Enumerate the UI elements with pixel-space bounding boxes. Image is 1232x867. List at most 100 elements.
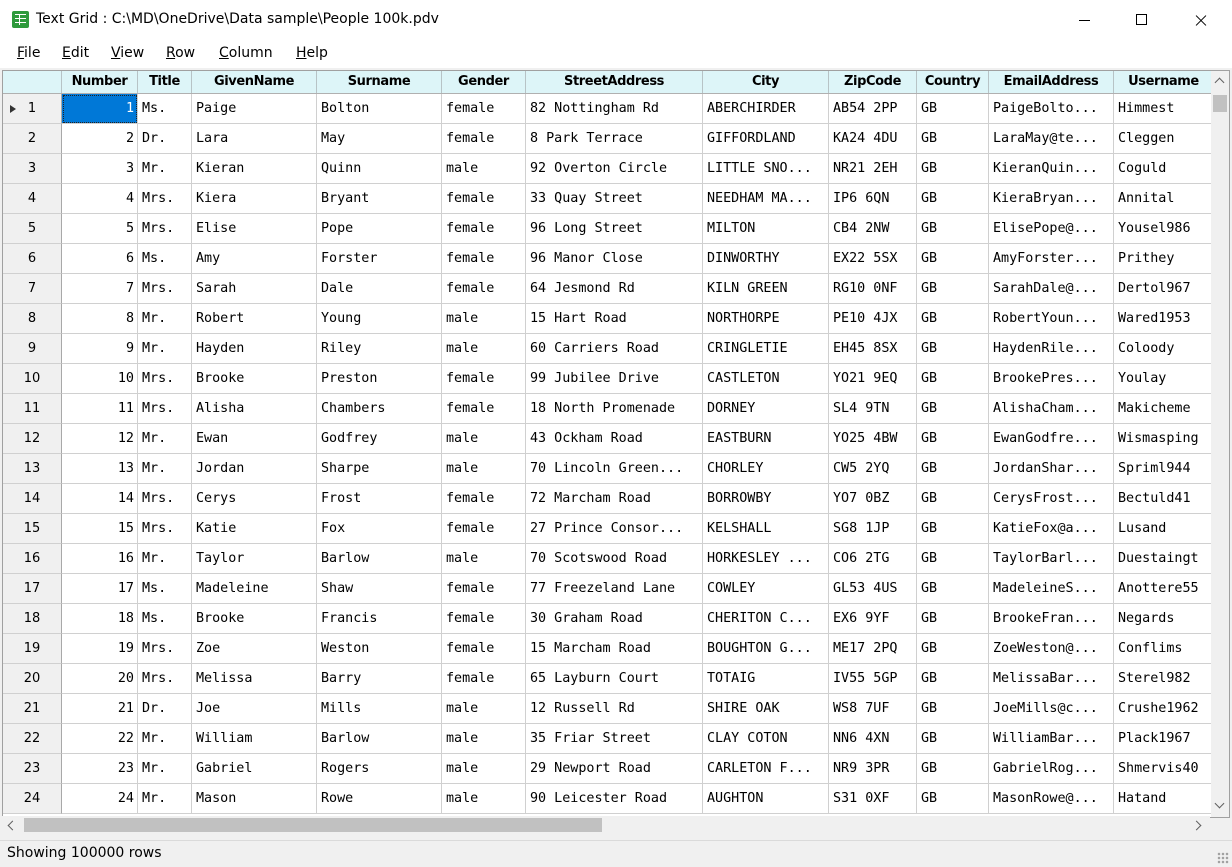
row-header[interactable]: 19 xyxy=(3,634,62,664)
column-header-title[interactable]: Title xyxy=(138,71,192,93)
horizontal-scroll-thumb[interactable] xyxy=(24,818,602,832)
cell-title[interactable]: Dr. xyxy=(138,124,192,154)
cell-givenname[interactable]: Hayden xyxy=(192,334,317,364)
table-row[interactable]: 10 10 Mrs. Brooke Preston female 99 Jubilee Dr… xyxy=(3,364,1214,394)
cell-streetaddress[interactable]: 96 Manor Close xyxy=(526,244,703,274)
column-header-country[interactable]: Country xyxy=(917,71,989,93)
cell-number[interactable]: 5 xyxy=(62,214,138,244)
table-row[interactable]: 22 22 Mr. William Barlow male 35 Friar Street C… xyxy=(3,724,1214,754)
cell-title[interactable]: Mrs. xyxy=(138,664,192,694)
cell-emailaddress[interactable]: KatieFox@a... xyxy=(989,514,1114,544)
row-header[interactable]: 12 xyxy=(3,424,62,454)
cell-emailaddress[interactable]: MasonRowe@... xyxy=(989,784,1114,814)
cell-givenname[interactable]: Elise xyxy=(192,214,317,244)
cell-givenname[interactable]: Paige xyxy=(192,94,317,124)
cell-city[interactable]: DORNEY xyxy=(703,394,829,424)
table-row[interactable]: 3 3 Mr. Kieran Quinn male 92 Overton Circle LIT… xyxy=(3,154,1214,184)
cell-title[interactable]: Mrs. xyxy=(138,214,192,244)
cell-number[interactable]: 2 xyxy=(62,124,138,154)
cell-title[interactable]: Mr. xyxy=(138,784,192,814)
cell-username[interactable]: Wared1953 xyxy=(1114,304,1214,334)
cell-emailaddress[interactable]: JoeMills@c... xyxy=(989,694,1114,724)
cell-givenname[interactable]: William xyxy=(192,724,317,754)
cell-zipcode[interactable]: CO6 2TG xyxy=(829,544,917,574)
cell-username[interactable]: Lusand xyxy=(1114,514,1214,544)
cell-city[interactable]: BOUGHTON G... xyxy=(703,634,829,664)
cell-surname[interactable]: Bolton xyxy=(317,94,442,124)
cell-surname[interactable]: Preston xyxy=(317,364,442,394)
cell-title[interactable]: Mr. xyxy=(138,154,192,184)
cell-zipcode[interactable]: WS8 7UF xyxy=(829,694,917,724)
cell-streetaddress[interactable]: 15 Marcham Road xyxy=(526,634,703,664)
column-header-surname[interactable]: Surname xyxy=(317,71,442,93)
cell-zipcode[interactable]: IV55 5GP xyxy=(829,664,917,694)
cell-givenname[interactable]: Gabriel xyxy=(192,754,317,784)
cell-zipcode[interactable]: GL53 4US xyxy=(829,574,917,604)
table-row[interactable]: 8 8 Mr. Robert Young male 15 Hart Road NORTHORP… xyxy=(3,304,1214,334)
cell-gender[interactable]: male xyxy=(442,334,526,364)
row-header[interactable]: 22 xyxy=(3,724,62,754)
cell-zipcode[interactable]: YO25 4BW xyxy=(829,424,917,454)
cell-number[interactable]: 21 xyxy=(62,694,138,724)
cell-gender[interactable]: male xyxy=(442,154,526,184)
cell-number[interactable]: 1 xyxy=(62,94,138,124)
cell-title[interactable]: Mrs. xyxy=(138,394,192,424)
cell-emailaddress[interactable]: KieranQuin... xyxy=(989,154,1114,184)
cell-streetaddress[interactable]: 90 Leicester Road xyxy=(526,784,703,814)
cell-givenname[interactable]: Alisha xyxy=(192,394,317,424)
cell-zipcode[interactable]: S31 0XF xyxy=(829,784,917,814)
cell-givenname[interactable]: Mason xyxy=(192,784,317,814)
cell-title[interactable]: Mr. xyxy=(138,304,192,334)
cell-number[interactable]: 11 xyxy=(62,394,138,424)
cell-streetaddress[interactable]: 8 Park Terrace xyxy=(526,124,703,154)
cell-streetaddress[interactable]: 18 North Promenade xyxy=(526,394,703,424)
table-row[interactable]: 18 18 Ms. Brooke Francis female 30 Graham Road… xyxy=(3,604,1214,634)
cell-emailaddress[interactable]: WilliamBar... xyxy=(989,724,1114,754)
table-row[interactable]: 24 24 Mr. Mason Rowe male 90 Leicester Road AUG… xyxy=(3,784,1214,814)
cell-title[interactable]: Mrs. xyxy=(138,274,192,304)
cell-zipcode[interactable]: KA24 4DU xyxy=(829,124,917,154)
cell-gender[interactable]: male xyxy=(442,694,526,724)
cell-surname[interactable]: May xyxy=(317,124,442,154)
table-row[interactable]: 17 17 Ms. Madeleine Shaw female 77 Freezeland … xyxy=(3,574,1214,604)
cell-streetaddress[interactable]: 96 Long Street xyxy=(526,214,703,244)
cell-country[interactable]: GB xyxy=(917,124,989,154)
cell-surname[interactable]: Frost xyxy=(317,484,442,514)
cell-zipcode[interactable]: SG8 1JP xyxy=(829,514,917,544)
cell-emailaddress[interactable]: SarahDale@... xyxy=(989,274,1114,304)
cell-givenname[interactable]: Kiera xyxy=(192,184,317,214)
cell-username[interactable]: Crushe1962 xyxy=(1114,694,1214,724)
cell-number[interactable]: 23 xyxy=(62,754,138,784)
cell-emailaddress[interactable]: KieraBryan... xyxy=(989,184,1114,214)
cell-zipcode[interactable]: YO21 9EQ xyxy=(829,364,917,394)
cell-surname[interactable]: Barlow xyxy=(317,724,442,754)
cell-streetaddress[interactable]: 99 Jubilee Drive xyxy=(526,364,703,394)
table-row[interactable]: 19 19 Mrs. Zoe Weston female 15 Marcham Road BO… xyxy=(3,634,1214,664)
cell-city[interactable]: BORROWBY xyxy=(703,484,829,514)
table-row[interactable]: 7 7 Mrs. Sarah Dale female 64 Jesmond Rd KILN G… xyxy=(3,274,1214,304)
cell-username[interactable]: Negards xyxy=(1114,604,1214,634)
scroll-up-icon[interactable] xyxy=(1211,71,1229,93)
cell-givenname[interactable]: Joe xyxy=(192,694,317,724)
cell-country[interactable]: GB xyxy=(917,694,989,724)
cell-number[interactable]: 17 xyxy=(62,574,138,604)
cell-country[interactable]: GB xyxy=(917,514,989,544)
cell-gender[interactable]: female xyxy=(442,184,526,214)
cell-givenname[interactable]: Robert xyxy=(192,304,317,334)
cell-title[interactable]: Ms. xyxy=(138,604,192,634)
cell-gender[interactable]: female xyxy=(442,394,526,424)
cell-country[interactable]: GB xyxy=(917,424,989,454)
cell-gender[interactable]: male xyxy=(442,304,526,334)
cell-city[interactable]: CRINGLETIE xyxy=(703,334,829,364)
column-header-givenname[interactable]: GivenName xyxy=(192,71,317,93)
row-header[interactable]: 4 xyxy=(3,184,62,214)
cell-gender[interactable]: female xyxy=(442,274,526,304)
row-header[interactable]: 24 xyxy=(3,784,62,814)
close-icon[interactable] xyxy=(1171,0,1229,40)
cell-surname[interactable]: Godfrey xyxy=(317,424,442,454)
cell-emailaddress[interactable]: EwanGodfre... xyxy=(989,424,1114,454)
cell-city[interactable]: CASTLETON xyxy=(703,364,829,394)
cell-title[interactable]: Mrs. xyxy=(138,184,192,214)
cell-title[interactable]: Dr. xyxy=(138,694,192,724)
cell-username[interactable]: Prithey xyxy=(1114,244,1214,274)
